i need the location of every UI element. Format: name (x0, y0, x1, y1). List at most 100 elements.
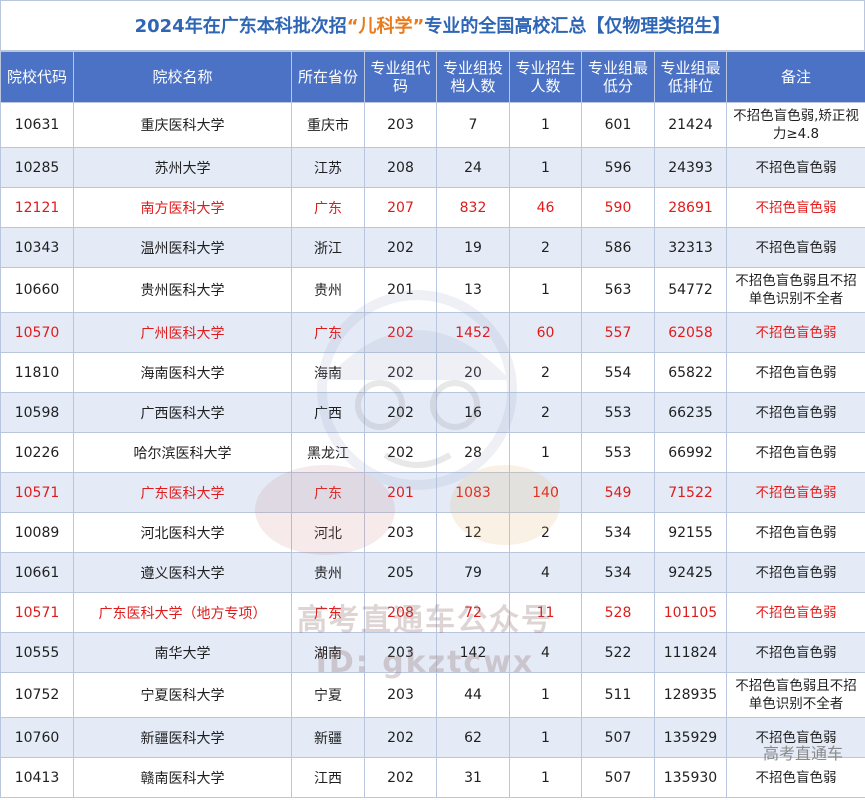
cell-applicants: 1452 (436, 312, 510, 353)
cell-name: 赣南医科大学 (73, 757, 292, 798)
table-row: 10555 南华大学 湖南 203 142 4 522 111824 不招色盲色弱 (0, 632, 865, 673)
cell-group-code: 203 (364, 632, 437, 673)
cell-province: 湖南 (291, 632, 365, 673)
cell-province: 贵州 (291, 267, 365, 313)
cell-code: 10660 (0, 267, 74, 313)
cell-min-rank: 101105 (654, 592, 727, 633)
cell-note: 不招色盲色弱 (726, 352, 865, 393)
cell-code: 10413 (0, 757, 74, 798)
table-row: 10570 广州医科大学 广东 202 1452 60 557 62058 不招色盲色弱 (0, 312, 865, 353)
cell-note: 不招色盲色弱 (726, 512, 865, 553)
cell-province: 重庆市 (291, 102, 365, 148)
cell-group-code: 202 (364, 757, 437, 798)
cell-code: 10570 (0, 312, 74, 353)
cell-code: 10089 (0, 512, 74, 553)
cell-note: 不招色盲色弱 (726, 717, 865, 758)
cell-min-rank: 28691 (654, 187, 727, 228)
cell-code: 10661 (0, 552, 74, 593)
cell-min-score: 586 (581, 227, 655, 268)
cell-applicants: 832 (436, 187, 510, 228)
cell-min-score: 549 (581, 472, 655, 513)
header-min-rank: 专业组最低排位 (654, 51, 727, 103)
cell-enroll: 2 (509, 227, 582, 268)
cell-group-code: 202 (364, 717, 437, 758)
cell-code: 10571 (0, 592, 74, 633)
header-min-score: 专业组最低分 (581, 51, 655, 103)
cell-group-code: 202 (364, 227, 437, 268)
cell-enroll: 1 (509, 432, 582, 473)
header-note: 备注 (726, 51, 865, 103)
title-pre: 2024年在广东本科批次招 (134, 16, 347, 37)
cell-applicants: 13 (436, 267, 510, 313)
cell-group-code: 202 (364, 392, 437, 433)
cell-province: 海南 (291, 352, 365, 393)
cell-min-rank: 21424 (654, 102, 727, 148)
cell-enroll: 4 (509, 552, 582, 593)
cell-code: 10571 (0, 472, 74, 513)
cell-name: 新疆医科大学 (73, 717, 292, 758)
cell-min-rank: 92155 (654, 512, 727, 553)
cell-note: 不招色盲色弱 (726, 472, 865, 513)
cell-min-rank: 24393 (654, 147, 727, 188)
table-row: 10285 苏州大学 江苏 208 24 1 596 24393 不招色盲色弱 (0, 147, 865, 188)
cell-applicants: 16 (436, 392, 510, 433)
cell-province: 河北 (291, 512, 365, 553)
cell-name: 广东医科大学（地方专项） (73, 592, 292, 633)
cell-note: 不招色盲色弱 (726, 187, 865, 228)
cell-min-rank: 111824 (654, 632, 727, 673)
cell-enroll: 1 (509, 267, 582, 313)
cell-province: 贵州 (291, 552, 365, 593)
college-table: 院校代码 院校名称 所在省份 专业组代码 专业组投档人数 专业招生人数 专业组最… (0, 51, 865, 798)
cell-min-score: 601 (581, 102, 655, 148)
cell-applicants: 19 (436, 227, 510, 268)
table-row: 10631 重庆医科大学 重庆市 203 7 1 601 21424 不招色盲色弱,矫正视力≥4… (0, 102, 865, 148)
cell-group-code: 202 (364, 312, 437, 353)
cell-min-rank: 66235 (654, 392, 727, 433)
cell-min-rank: 62058 (654, 312, 727, 353)
table-row: 10413 赣南医科大学 江西 202 31 1 507 135930 不招色盲色弱 (0, 757, 865, 798)
cell-code: 10285 (0, 147, 74, 188)
cell-enroll: 1 (509, 102, 582, 148)
cell-min-rank: 65822 (654, 352, 727, 393)
cell-min-rank: 71522 (654, 472, 727, 513)
cell-enroll: 1 (509, 757, 582, 798)
cell-province: 广东 (291, 592, 365, 633)
cell-name: 宁夏医科大学 (73, 672, 292, 718)
cell-enroll: 2 (509, 352, 582, 393)
cell-code: 10343 (0, 227, 74, 268)
cell-min-rank: 92425 (654, 552, 727, 593)
cell-province: 广西 (291, 392, 365, 433)
cell-applicants: 44 (436, 672, 510, 718)
cell-province: 浙江 (291, 227, 365, 268)
cell-enroll: 1 (509, 147, 582, 188)
title-highlight: “儿科学” (346, 16, 425, 37)
cell-code: 10598 (0, 392, 74, 433)
cell-code: 10760 (0, 717, 74, 758)
cell-group-code: 203 (364, 102, 437, 148)
cell-name: 南华大学 (73, 632, 292, 673)
cell-note: 不招色盲色弱 (726, 632, 865, 673)
cell-applicants: 20 (436, 352, 510, 393)
table-row: 11810 海南医科大学 海南 202 20 2 554 65822 不招色盲色弱 (0, 352, 865, 393)
cell-name: 南方医科大学 (73, 187, 292, 228)
table-row: 12121 南方医科大学 广东 207 832 46 590 28691 不招色盲色弱 (0, 187, 865, 228)
cell-name: 广西医科大学 (73, 392, 292, 433)
cell-note: 不招色盲色弱 (726, 392, 865, 433)
cell-applicants: 31 (436, 757, 510, 798)
header-enroll: 专业招生人数 (509, 51, 582, 103)
cell-applicants: 142 (436, 632, 510, 673)
table-row: 10226 哈尔滨医科大学 黑龙江 202 28 1 553 66992 不招色盲色弱 (0, 432, 865, 473)
table-row: 10089 河北医科大学 河北 203 12 2 534 92155 不招色盲色弱 (0, 512, 865, 553)
table-row: 10598 广西医科大学 广西 202 16 2 553 66235 不招色盲色弱 (0, 392, 865, 433)
cell-enroll: 11 (509, 592, 582, 633)
cell-code: 10752 (0, 672, 74, 718)
table-row: 10660 贵州医科大学 贵州 201 13 1 563 54772 不招色盲色弱且不招单色识别… (0, 267, 865, 313)
cell-enroll: 1 (509, 672, 582, 718)
cell-min-score: 554 (581, 352, 655, 393)
cell-enroll: 140 (509, 472, 582, 513)
cell-code: 11810 (0, 352, 74, 393)
cell-province: 宁夏 (291, 672, 365, 718)
cell-group-code: 201 (364, 472, 437, 513)
header-name: 院校名称 (73, 51, 292, 103)
cell-province: 黑龙江 (291, 432, 365, 473)
